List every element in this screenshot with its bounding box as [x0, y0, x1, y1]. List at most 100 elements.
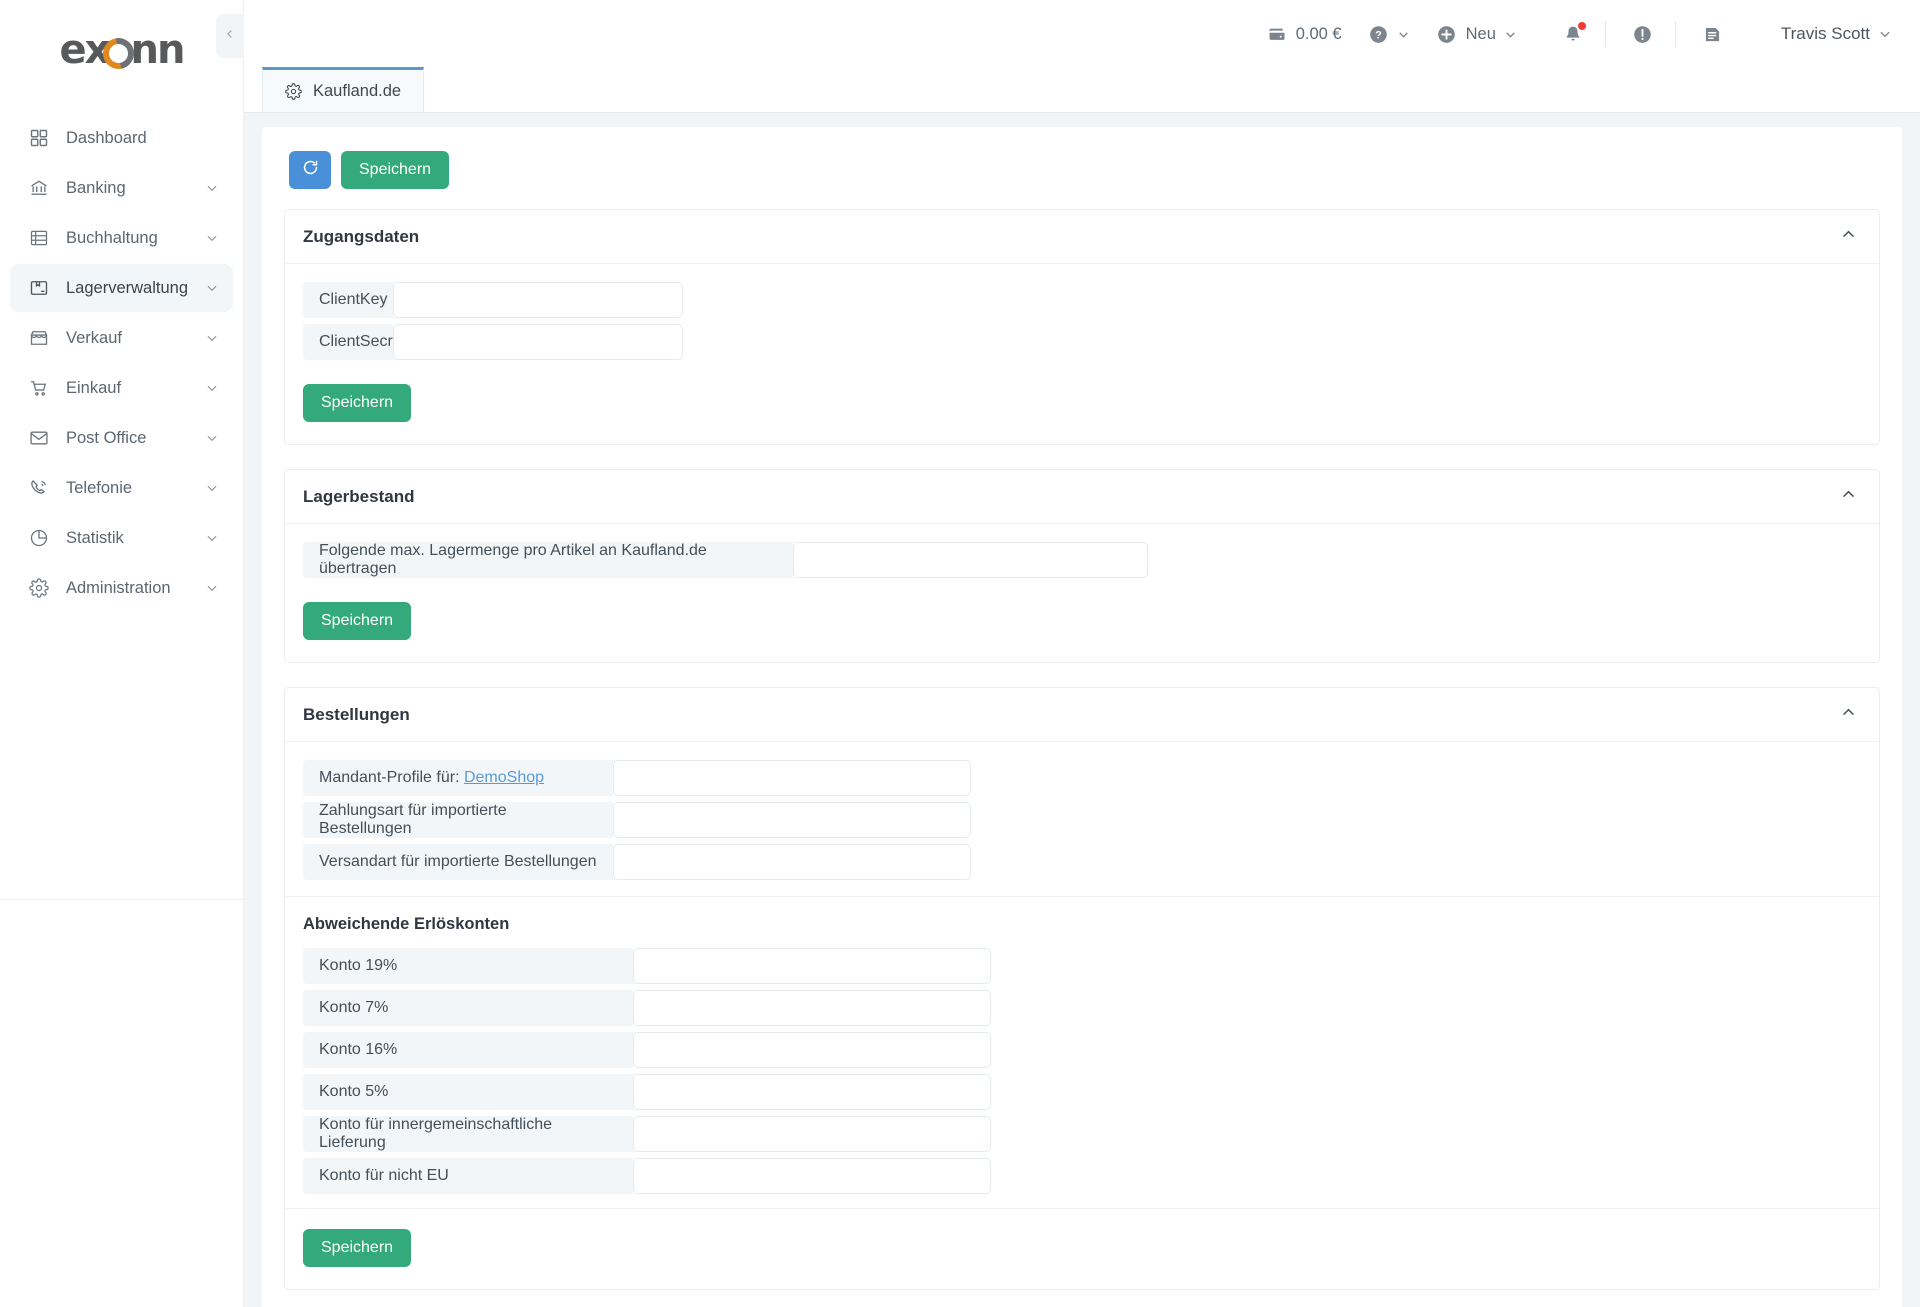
chevron-down-icon: [205, 281, 219, 295]
sidebar-nav: Dashboard Banking Buchhaltung Lagerverwa…: [0, 114, 243, 612]
konto-19-input[interactable]: [633, 948, 991, 984]
sidebar-item-label: Telefonie: [66, 478, 133, 497]
exclamation-circle-icon: [1632, 24, 1653, 45]
panel-zugangsdaten: Zugangsdaten ClientKey ClientSecret Spei…: [284, 209, 1880, 445]
svg-text:?: ?: [1375, 29, 1382, 41]
plus-circle-icon: [1436, 24, 1457, 45]
save-button-bestellungen[interactable]: Speichern: [303, 1229, 412, 1267]
sidebar-item-administration[interactable]: Administration: [10, 564, 233, 612]
notes-button[interactable]: [1702, 24, 1723, 45]
chevron-up-icon[interactable]: [1840, 704, 1857, 726]
wallet-balance[interactable]: 0.00 €: [1267, 24, 1342, 44]
clientsecret-input[interactable]: [393, 324, 683, 360]
mandant-profile-input[interactable]: [613, 760, 971, 796]
field-label: Konto 7%: [303, 990, 633, 1026]
clientkey-input[interactable]: [393, 282, 683, 318]
tab-label: Kaufland.de: [313, 81, 402, 100]
alerts-button[interactable]: [1632, 24, 1653, 45]
sidebar-item-statistik[interactable]: Statistik: [10, 514, 233, 562]
ledger-icon: [28, 227, 50, 249]
sidebar-item-label: Administration: [66, 578, 171, 597]
sidebar-item-einkauf[interactable]: Einkauf: [10, 364, 233, 412]
sidebar-item-lagerverwaltung[interactable]: Lagerverwaltung: [10, 264, 233, 312]
sidebar-item-label: Buchhaltung: [66, 228, 158, 247]
save-button-lagerbestand[interactable]: Speichern: [303, 602, 412, 640]
field-row-konto-16: Konto 16%: [303, 1032, 1861, 1068]
sidebar-item-label: Statistik: [66, 528, 124, 547]
brand-logo[interactable]: ex nn: [0, 0, 243, 92]
tab-kaufland-de[interactable]: Kaufland.de: [262, 67, 425, 112]
cart-icon: [28, 377, 50, 399]
notifications-button[interactable]: [1563, 21, 1586, 45]
panel-bestellungen: Bestellungen Mandant-Profile für: DemoSh…: [284, 687, 1880, 1290]
refresh-icon: [301, 158, 320, 182]
field-label: Konto für nicht EU: [303, 1158, 633, 1194]
max-lagermenge-input[interactable]: [793, 542, 1148, 578]
field-label: Konto 5%: [303, 1074, 633, 1110]
konto-innergemeinschaftlich-input[interactable]: [633, 1116, 991, 1152]
pie-chart-icon: [28, 527, 50, 549]
panel-header[interactable]: Lagerbestand: [285, 470, 1879, 524]
exonn-logo-icon: ex nn: [59, 27, 185, 75]
field-row-clientkey: ClientKey: [303, 282, 1861, 318]
sidebar-item-telefonie[interactable]: Telefonie: [10, 464, 233, 512]
divider: [1674, 21, 1676, 47]
chevron-down-icon: [1504, 28, 1517, 41]
grid-icon: [28, 127, 50, 149]
save-button-zugangsdaten[interactable]: Speichern: [303, 384, 412, 422]
sidebar-item-label: Dashboard: [66, 128, 147, 147]
document-icon: [1702, 24, 1723, 45]
konto-7-input[interactable]: [633, 990, 991, 1026]
panel-header[interactable]: Zugangsdaten: [285, 210, 1879, 264]
field-label: Folgende max. Lagermenge pro Artikel an …: [303, 542, 793, 578]
field-label-text: Mandant-Profile für:: [319, 769, 460, 786]
help-circle-icon: ?: [1368, 24, 1389, 45]
sidebar-collapse-button[interactable]: [216, 14, 244, 58]
chevron-down-icon: [205, 331, 219, 345]
chevron-up-icon[interactable]: [1840, 226, 1857, 248]
storefront-icon: [28, 327, 50, 349]
sidebar-item-verkauf[interactable]: Verkauf: [10, 314, 233, 362]
field-label: Zahlungsart für importierte Bestellungen: [303, 802, 613, 838]
new-menu[interactable]: Neu: [1436, 24, 1517, 45]
chevron-down-icon: [1878, 27, 1892, 41]
sidebar-item-buchhaltung[interactable]: Buchhaltung: [10, 214, 233, 262]
sidebar-item-label: Einkauf: [66, 378, 122, 397]
user-menu[interactable]: Travis Scott: [1781, 24, 1892, 44]
chevron-down-icon: [205, 531, 219, 545]
field-label: ClientSecret: [303, 324, 406, 360]
chevron-down-icon: [205, 381, 219, 395]
konto-16-input[interactable]: [633, 1032, 991, 1068]
chevron-down-icon: [205, 481, 219, 495]
field-label: Konto 19%: [303, 948, 633, 984]
chevron-down-icon: [205, 181, 219, 195]
sidebar-item-label: Banking: [66, 178, 126, 197]
help-menu[interactable]: ?: [1368, 24, 1410, 45]
konto-5-input[interactable]: [633, 1074, 991, 1110]
save-button-top[interactable]: Speichern: [341, 151, 450, 189]
chevron-down-icon: [1397, 28, 1410, 41]
versandart-input[interactable]: [613, 844, 971, 880]
sidebar-item-dashboard[interactable]: Dashboard: [10, 114, 233, 162]
field-label: ClientKey: [303, 282, 393, 318]
wallet-balance-value: 0.00 €: [1295, 24, 1342, 43]
field-row-clientsecret: ClientSecret: [303, 324, 1861, 360]
panel-header[interactable]: Bestellungen: [285, 688, 1879, 742]
panel-title: Lagerbestand: [303, 486, 415, 506]
panel-body: Folgende max. Lagermenge pro Artikel an …: [285, 524, 1879, 662]
demoshop-link[interactable]: DemoShop: [464, 769, 544, 787]
sidebar-inner: ex nn Dashboard Banking Buchhaltung Lager…: [0, 0, 243, 900]
field-row-versandart: Versandart für importierte Bestellungen: [303, 844, 1861, 880]
sidebar-item-post-office[interactable]: Post Office: [10, 414, 233, 462]
page-toolbar: Speichern: [280, 145, 1884, 209]
page-card: Speichern Zugangsdaten ClientKey ClientS…: [262, 127, 1902, 1307]
wallet-icon: [1267, 24, 1287, 44]
chevron-up-icon[interactable]: [1840, 486, 1857, 508]
refresh-button[interactable]: [289, 151, 331, 189]
zahlungsart-input[interactable]: [613, 802, 971, 838]
content-scroll: Speichern Zugangsdaten ClientKey ClientS…: [244, 113, 1920, 1307]
konto-nicht-eu-input[interactable]: [633, 1158, 991, 1194]
phone-icon: [28, 477, 50, 499]
sidebar-item-banking[interactable]: Banking: [10, 164, 233, 212]
bell-icon: [1563, 21, 1586, 45]
